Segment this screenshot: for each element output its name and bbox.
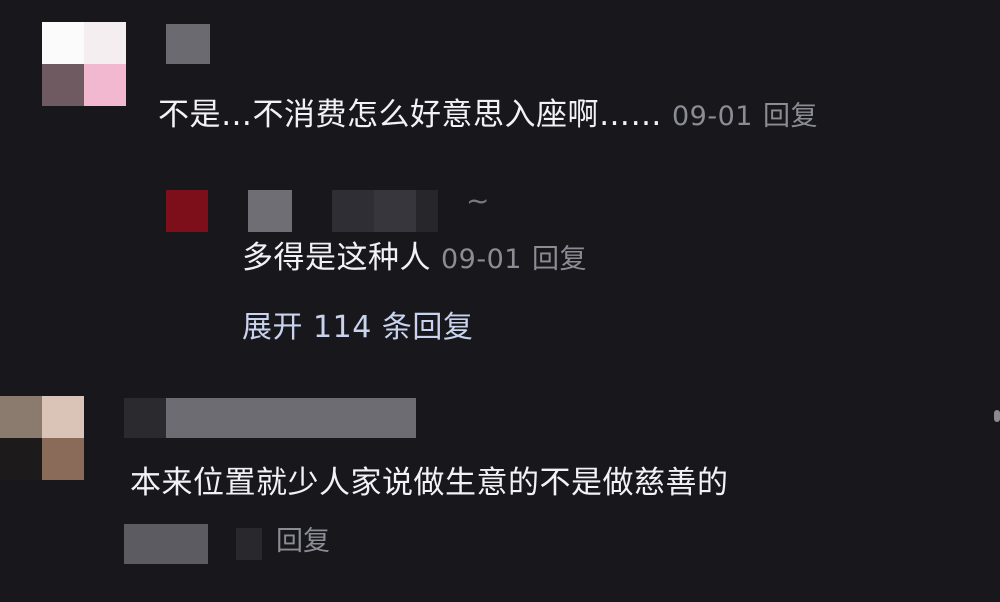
reply-button[interactable]: 回复 (763, 101, 818, 132)
reply-button[interactable]: 回复 (276, 524, 330, 560)
reply-username-suffix: ~ (466, 184, 490, 217)
comment-date: 09-01 (672, 101, 753, 132)
reply-username[interactable] (248, 190, 498, 232)
reply-body: 多得是这种人 (242, 240, 431, 276)
reply-date: 09-01 (441, 244, 522, 275)
scrollbar-thumb[interactable] (994, 410, 1000, 422)
comment-date-pixelated (124, 524, 208, 564)
avatar[interactable] (42, 22, 126, 106)
avatar[interactable] (0, 396, 84, 480)
comment-date-pixelated-tail (236, 528, 262, 560)
comment-text: 不是…不消费怎么好意思入座啊…… 09-01 回复 (158, 95, 818, 137)
reply-avatar[interactable] (166, 190, 208, 232)
reply-reply-button[interactable]: 回复 (532, 244, 587, 275)
expand-replies-link[interactable]: 展开 114 条回复 (242, 308, 473, 348)
reply-text: 多得是这种人 09-01 回复 (242, 238, 587, 280)
username[interactable] (124, 398, 416, 438)
comment-body: 本来位置就少人家说做生意的不是做慈善的 (130, 465, 729, 501)
comment-text: 本来位置就少人家说做生意的不是做慈善的 (130, 463, 729, 503)
comment-body: 不是…不消费怎么好意思入座啊…… (158, 97, 662, 133)
username[interactable] (166, 24, 210, 64)
